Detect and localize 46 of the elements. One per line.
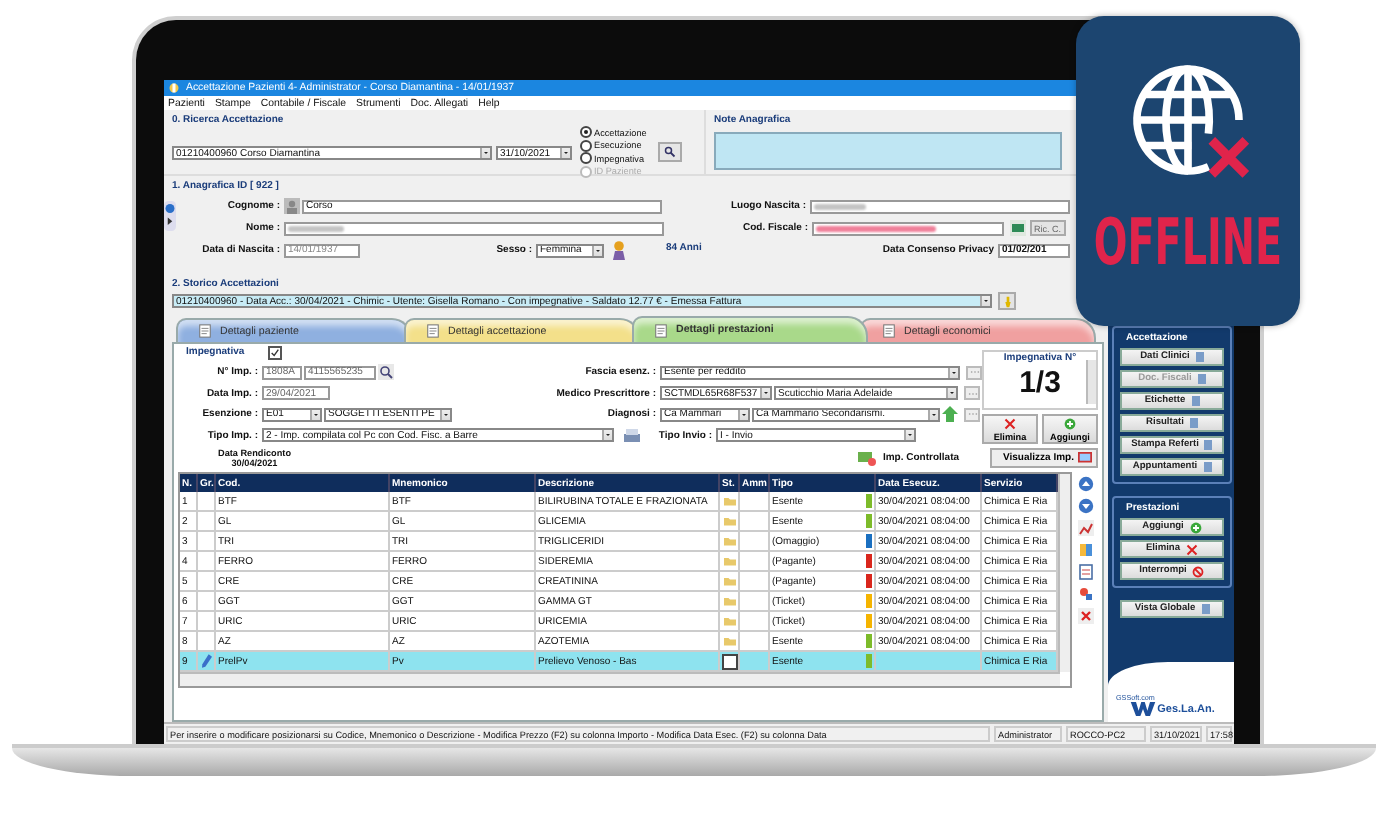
palette-icon[interactable] (1078, 542, 1094, 558)
w-logo-icon (1129, 702, 1156, 716)
vertical-scrollbar[interactable] (1058, 474, 1070, 672)
document-icon (1189, 418, 1198, 428)
card-icon[interactable] (1010, 220, 1026, 236)
person-icon[interactable] (284, 198, 300, 214)
chart-icon[interactable] (1078, 520, 1094, 536)
document-icon (1203, 462, 1212, 472)
picture-icon (1078, 451, 1092, 465)
scrollbar[interactable] (1086, 360, 1096, 404)
female-user-icon (612, 240, 626, 260)
document-icon (426, 324, 440, 338)
more-button[interactable] (964, 407, 980, 421)
checkbox[interactable] (721, 653, 737, 669)
search-icon[interactable] (378, 364, 394, 380)
document-icon (654, 323, 668, 337)
document-icon[interactable] (1078, 564, 1094, 580)
more-button[interactable] (966, 365, 982, 379)
document-icon (198, 324, 212, 338)
document-icon (1204, 440, 1213, 450)
horizontal-scrollbar[interactable] (180, 672, 1060, 686)
down-arrow-icon[interactable] (1078, 498, 1094, 514)
more-button[interactable] (964, 386, 980, 400)
money-icon (858, 450, 877, 466)
close-icon (1004, 417, 1016, 429)
document-icon (1197, 374, 1206, 384)
tax-code-field[interactable] (812, 221, 1004, 235)
checkbox[interactable] (268, 346, 283, 360)
brush-button[interactable] (998, 292, 1016, 310)
scanner-icon[interactable] (622, 427, 642, 443)
name-field[interactable] (284, 221, 664, 235)
side-tab-icon[interactable] (164, 200, 176, 232)
document-icon (1195, 352, 1204, 362)
offline-label: OFFLINE (1093, 208, 1283, 276)
search-button[interactable] (658, 142, 683, 162)
plus-icon (1064, 417, 1076, 429)
document-icon (1191, 396, 1200, 406)
search-icon (664, 146, 677, 158)
up-arrow-icon[interactable] (942, 406, 958, 422)
tools-icon[interactable] (1078, 586, 1094, 602)
birthplace-field[interactable] (810, 199, 1070, 213)
counter-value: 1/3 (1019, 364, 1061, 402)
document-icon (882, 324, 896, 338)
up-arrow-icon[interactable] (1078, 476, 1094, 492)
delete-icon[interactable] (1078, 608, 1094, 624)
notes-field[interactable] (714, 132, 1062, 170)
